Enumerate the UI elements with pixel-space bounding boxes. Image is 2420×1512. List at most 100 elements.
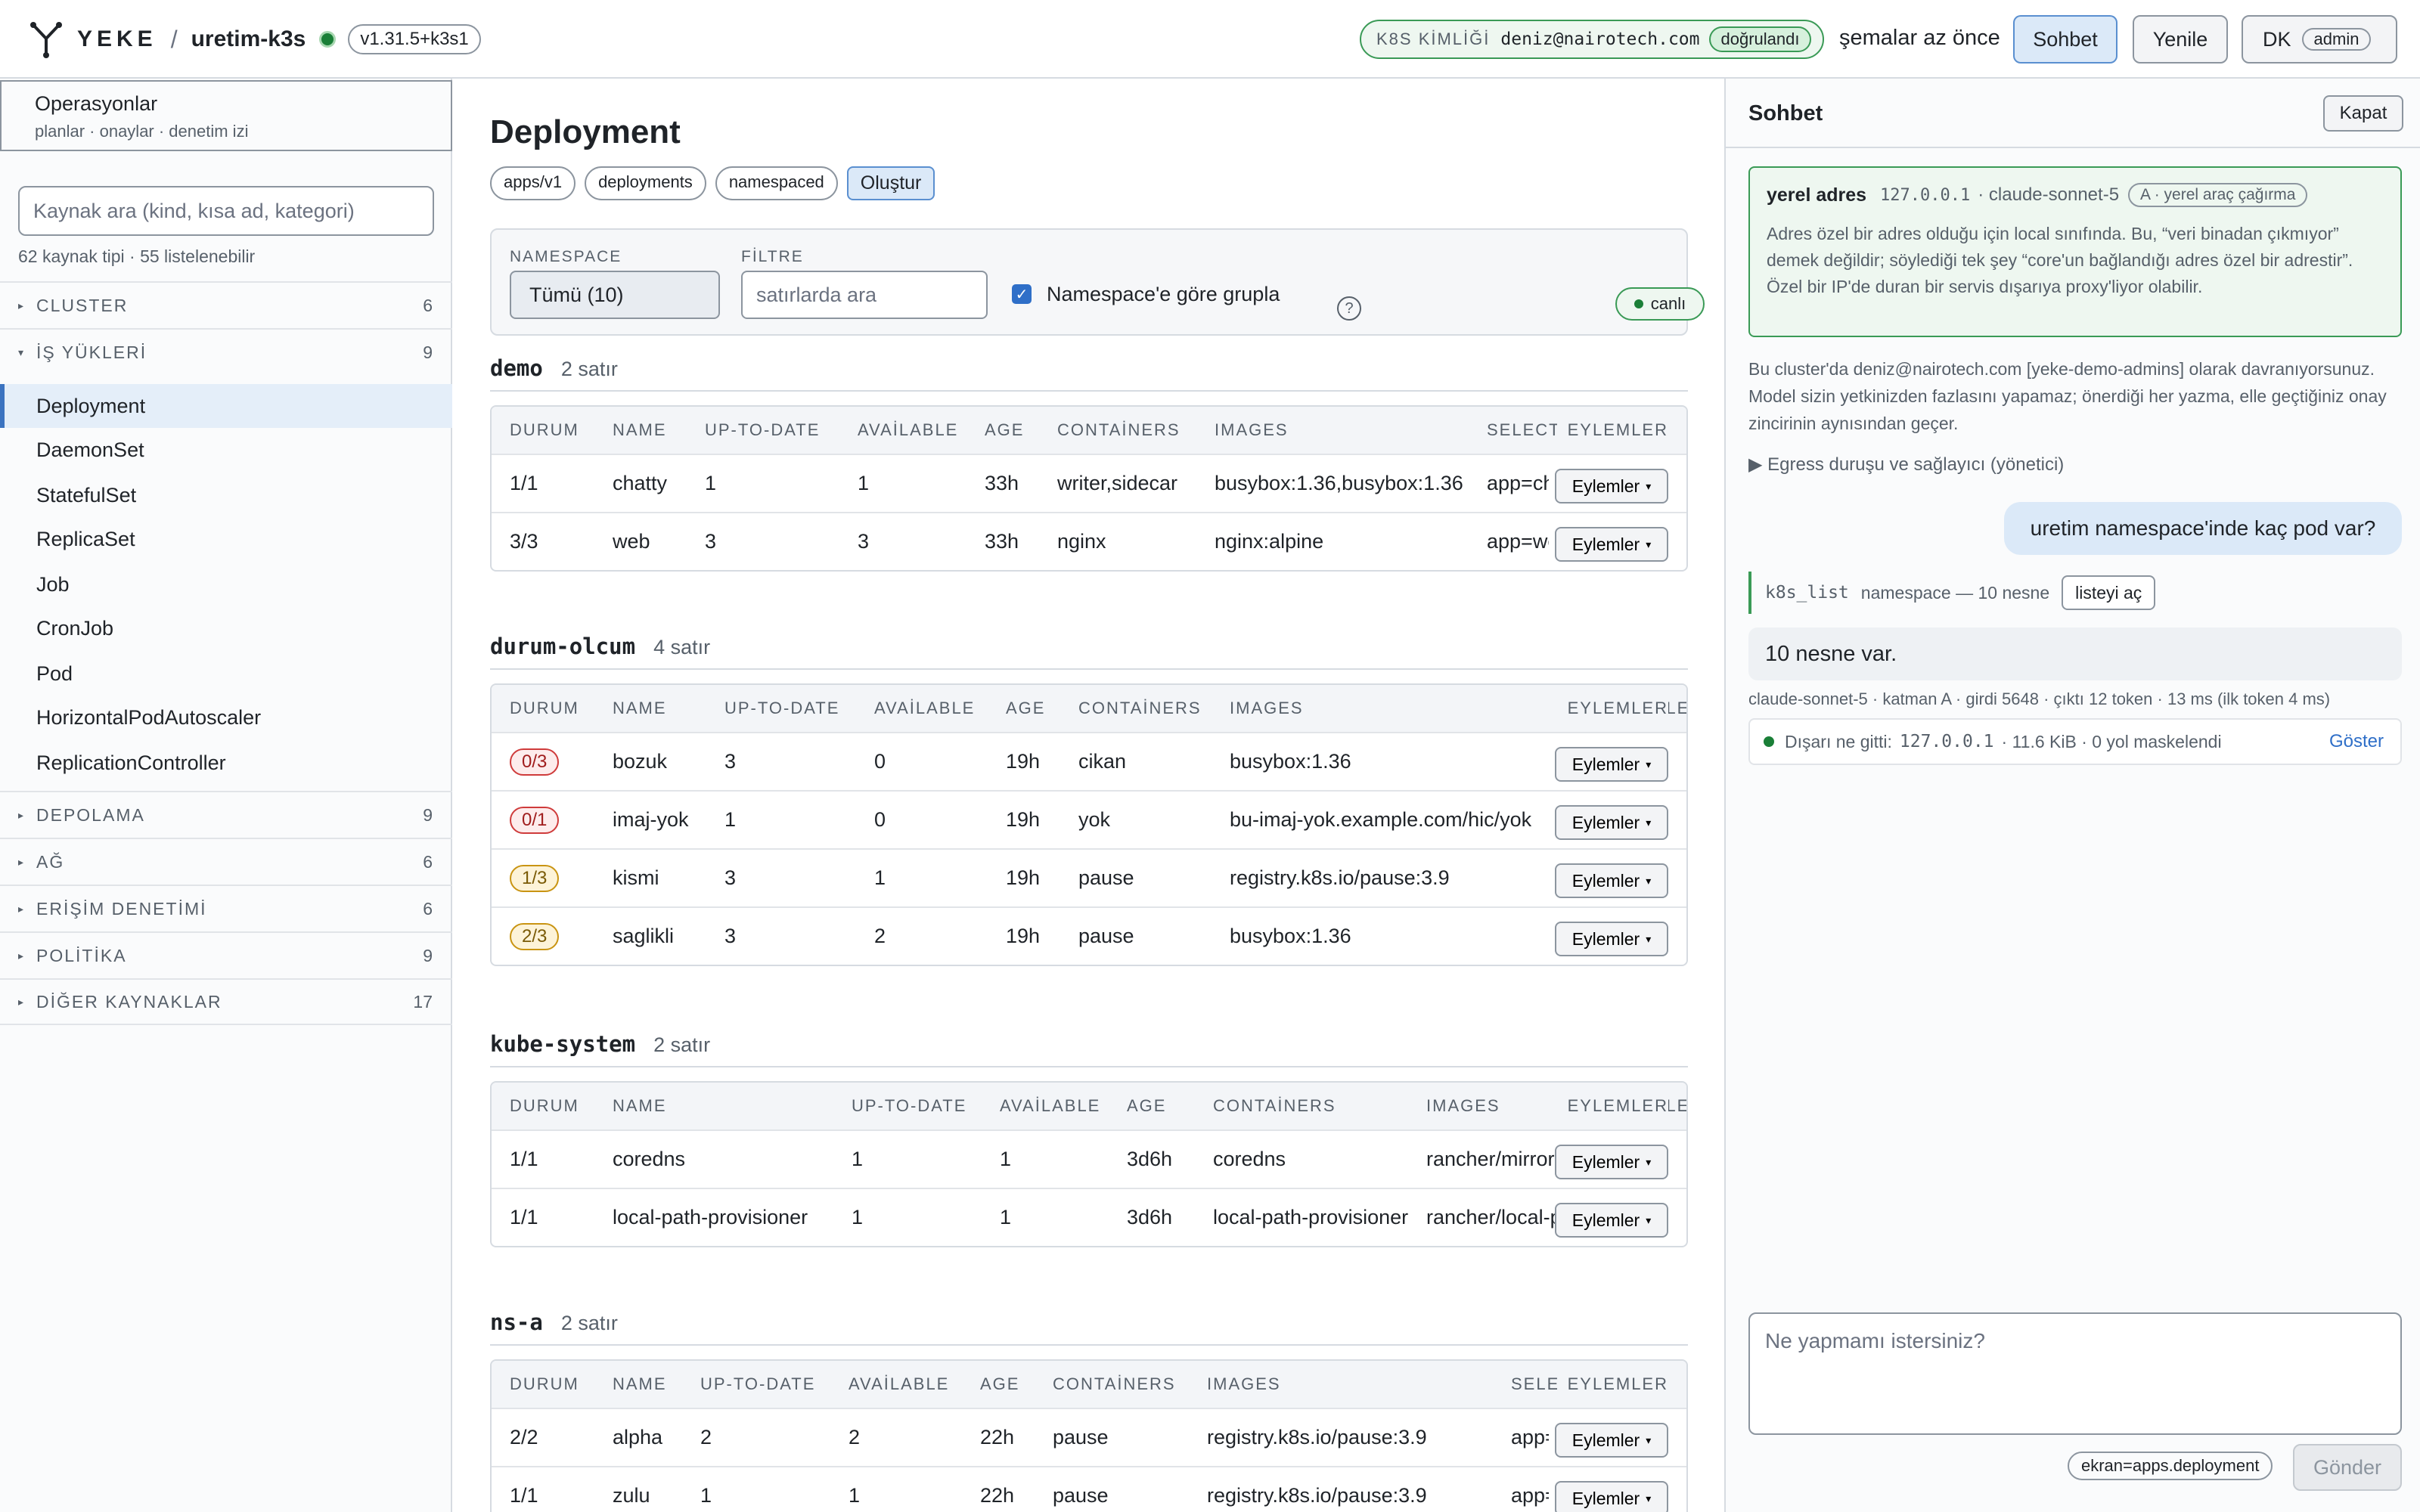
row-actions-button[interactable]: Eylemler ▾	[1555, 469, 1668, 503]
row-actions-button[interactable]: Eylemler ▾	[1555, 527, 1668, 562]
category-storage[interactable]: ▸ DEPOLAMA 9	[0, 791, 452, 838]
sidebar-item-job[interactable]: Job	[0, 562, 452, 606]
column-header[interactable]: NAME	[613, 1083, 845, 1129]
table-row[interactable]: 1/1 local-path-provisioner 1 1 3d6h local-pat…	[492, 1188, 1686, 1246]
column-header[interactable]: SELECTOR	[1511, 1361, 1559, 1408]
category-count: 9	[423, 342, 433, 362]
category-policy[interactable]: ▸ POLİTİKA 9	[0, 931, 452, 978]
table-row[interactable]: 2/2 alpha 2 2 22h pause registry.k8s.io/pause:…	[492, 1408, 1686, 1466]
column-header[interactable]: NAME	[613, 407, 699, 454]
category-other[interactable]: ▸ DİĞER KAYNAKLAR 17	[0, 978, 452, 1025]
column-header[interactable]: IMAGES	[1207, 1361, 1505, 1408]
egress-toggle[interactable]: ▶ Egress duruşu ve sağlayıcı (yönetici)	[1748, 454, 2064, 476]
row-actions-button[interactable]: Eylemler ▾	[1555, 747, 1668, 782]
column-header[interactable]: NAME	[613, 1361, 694, 1408]
column-header[interactable]: AGE	[1006, 685, 1072, 732]
column-header[interactable]: DURUM	[510, 407, 607, 454]
column-header[interactable]: DURUM	[510, 685, 607, 732]
cell-status: 1/1	[510, 1148, 538, 1170]
table-row[interactable]: 0/3 bozuk 3 0 19h cikan busybox:1.36 Eylemler ▾	[492, 732, 1686, 790]
cell-age: 19h	[1006, 866, 1041, 889]
row-actions-button[interactable]: Eylemler ▾	[1555, 922, 1668, 956]
operations-link[interactable]: Operasyonlar planlar · onaylar · denetim…	[0, 80, 452, 151]
cell-status: 1/1	[510, 472, 538, 494]
column-header[interactable]: CONTAİNERS	[1053, 1361, 1201, 1408]
row-actions-button[interactable]: Eylemler ▾	[1555, 1481, 1668, 1512]
column-header[interactable]: AVAİLABLE	[1000, 1083, 1121, 1129]
help-icon[interactable]: ?	[1337, 296, 1361, 321]
row-filter-input[interactable]	[741, 271, 988, 319]
open-list-button[interactable]: listeyi aç	[2062, 575, 2156, 610]
create-button[interactable]: Oluştur	[846, 166, 935, 200]
cell-name: zulu	[613, 1484, 650, 1507]
row-actions-button[interactable]: Eylemler ▾	[1555, 1203, 1668, 1238]
sidebar-item-daemonset[interactable]: DaemonSet	[0, 428, 452, 472]
sidebar-item-hpa[interactable]: HorizontalPodAutoscaler	[0, 696, 452, 739]
close-chat-button[interactable]: Kapat	[2323, 95, 2403, 132]
chat-composer-input[interactable]	[1748, 1312, 2402, 1435]
sidebar-item-deployment[interactable]: Deployment	[0, 384, 452, 428]
column-header[interactable]: DURUM	[510, 1361, 607, 1408]
row-actions-button[interactable]: Eylemler ▾	[1555, 1145, 1668, 1179]
column-header[interactable]: AGE	[985, 407, 1051, 454]
sidebar-item-cronjob[interactable]: CronJob	[0, 606, 452, 650]
column-header[interactable]: SELECTOR	[1487, 407, 1559, 454]
column-header[interactable]: UP-TO-DATE	[852, 1083, 994, 1129]
user-menu-button[interactable]: DK admin	[2242, 15, 2397, 64]
cell-available: 1	[1000, 1206, 1012, 1228]
row-actions-button[interactable]: Eylemler ▾	[1555, 805, 1668, 840]
brand[interactable]: YEKE / uretim-k3s v1.31.5+k3s1	[27, 21, 481, 58]
table-row[interactable]: 1/1 chatty 1 1 33h writer,sidecar busybox:1.36…	[492, 454, 1686, 512]
chat-button[interactable]: Sohbet	[2013, 15, 2118, 64]
category-access-control[interactable]: ▸ ERİŞİM DENETİMİ 6	[0, 885, 452, 931]
table-row[interactable]: 0/1 imaj-yok 1 0 19h yok bu-imaj-yok.example.c…	[492, 790, 1686, 848]
sidebar-item-pod[interactable]: Pod	[0, 652, 452, 696]
column-header[interactable]: CONTAİNERS	[1078, 685, 1224, 732]
column-header[interactable]: CONTAİNERS	[1057, 407, 1208, 454]
sidebar-item-statefulset[interactable]: StatefulSet	[0, 473, 452, 517]
column-header[interactable]: AVAİLABLE	[849, 1361, 974, 1408]
cell-containers: coredns	[1213, 1148, 1286, 1170]
refresh-button[interactable]: Yenile	[2133, 15, 2228, 64]
table-row[interactable]: 1/3 kismi 3 1 19h pause registry.k8s.io/pause:…	[492, 848, 1686, 906]
table-row[interactable]: 1/1 zulu 1 1 22h pause registry.k8s.io/pause:3…	[492, 1466, 1686, 1512]
category-network[interactable]: ▸ AĞ 6	[0, 838, 452, 885]
column-header[interactable]: CONTAİNERS	[1213, 1083, 1420, 1129]
local-notice-model: · claude-sonnet-5	[1978, 184, 2120, 205]
table-row[interactable]: 3/3 web 3 3 33h nginx nginx:alpine app=web Eylem…	[492, 512, 1686, 570]
resource-search-input[interactable]	[18, 186, 434, 236]
column-header[interactable]: NAME	[613, 685, 718, 732]
send-button[interactable]: Gönder	[2293, 1444, 2402, 1491]
cluster-name[interactable]: uretim-k3s	[191, 26, 306, 52]
column-header[interactable]: UP-TO-DATE	[724, 685, 868, 732]
category-label: DİĞER KAYNAKLAR	[36, 991, 222, 1012]
cell-status: 0/1	[510, 792, 603, 848]
cell-status: 1/1	[510, 1484, 538, 1507]
group-by-namespace-label[interactable]: Namespace'e göre grupla	[1047, 283, 1280, 306]
local-notice-header: yerel adres 127.0.0.1 · claude-sonnet-5 …	[1767, 183, 2384, 207]
egress-show-link[interactable]: Göster	[2329, 731, 2384, 752]
table-row[interactable]: 1/1coredns113d6hcorednsrancher/mirrored-…	[492, 1129, 1686, 1188]
cell-name: chatty	[613, 472, 668, 494]
column-header[interactable]: AGE	[980, 1361, 1047, 1408]
row-actions-button[interactable]: Eylemler ▾	[1555, 1423, 1668, 1458]
table-row[interactable]: 2/3 saglikli 3 2 19h pause busybox:1.36 Eylemle…	[492, 906, 1686, 965]
column-header[interactable]: AGE	[1127, 1083, 1207, 1129]
column-header[interactable]: UP-TO-DATE	[705, 407, 852, 454]
category-cluster[interactable]: ▸ CLUSTER 6	[0, 281, 452, 328]
column-header[interactable]: DURUM	[510, 1083, 607, 1129]
group-by-namespace-checkbox[interactable]: ✓	[1012, 284, 1032, 304]
column-header[interactable]: AVAİLABLE	[858, 407, 979, 454]
row-actions-button[interactable]: Eylemler ▾	[1555, 863, 1668, 898]
column-header[interactable]: IMAGES	[1215, 407, 1481, 454]
sidebar-item-replicationcontroller[interactable]: ReplicationController	[0, 741, 452, 785]
category-workloads[interactable]: ▾ İŞ YÜKLERİ 9	[0, 328, 452, 375]
namespace-select[interactable]: Tümü (10)	[510, 271, 720, 319]
column-header[interactable]: AVAİLABLE	[874, 685, 1000, 732]
sidebar-item-replicaset[interactable]: ReplicaSet	[0, 517, 452, 561]
column-header[interactable]: UP-TO-DATE	[700, 1361, 842, 1408]
chevron-down-icon: ▾	[1646, 1155, 1652, 1168]
category-count: 17	[413, 991, 433, 1012]
category-count: 6	[423, 898, 433, 919]
live-status-badge: canlı	[1615, 287, 1705, 321]
